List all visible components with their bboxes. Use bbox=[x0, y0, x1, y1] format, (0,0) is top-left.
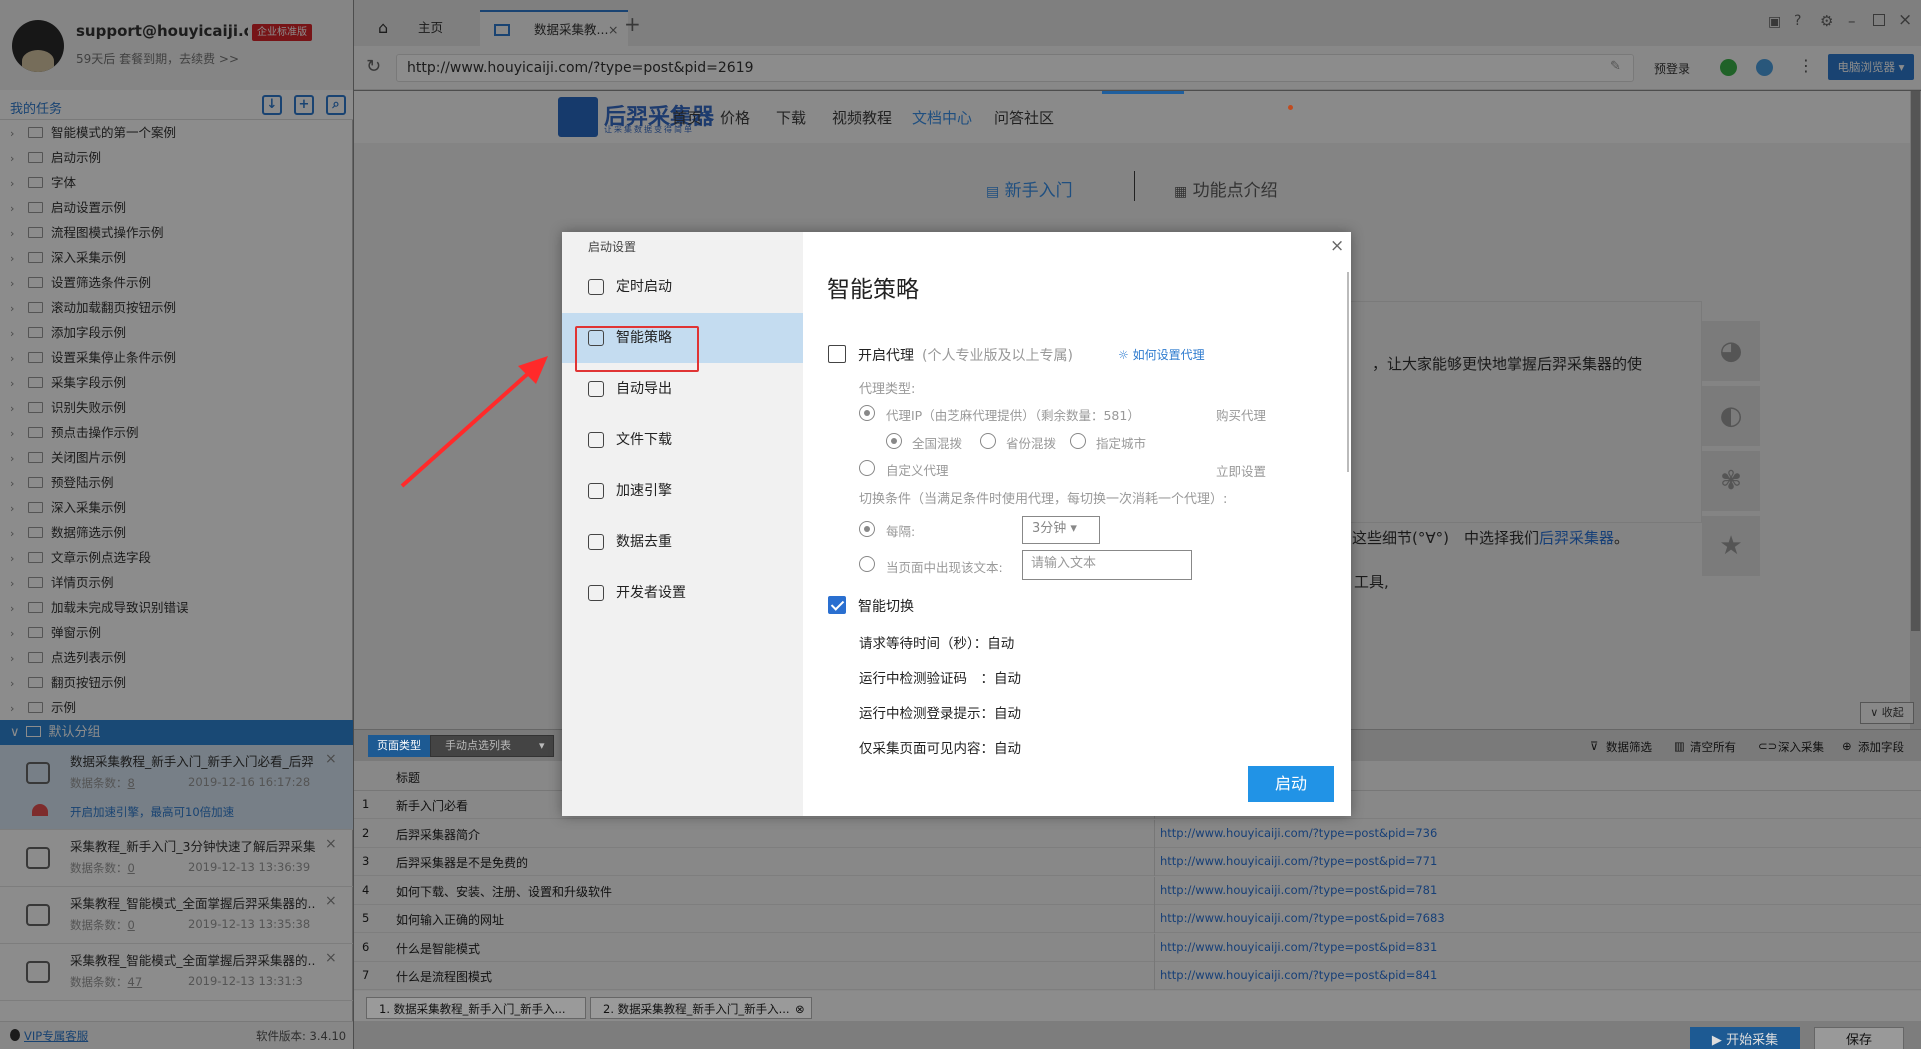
nav-item[interactable]: 下载 bbox=[776, 107, 806, 128]
menu-label: 文件下载 bbox=[616, 432, 672, 448]
smart-switch-checkbox[interactable] bbox=[828, 596, 846, 614]
emoji-image: (°∀°) bbox=[1412, 529, 1449, 547]
paw-icon[interactable]: ✾ bbox=[1702, 451, 1760, 511]
trigger-text-input[interactable]: 请输入文本 bbox=[1022, 550, 1192, 580]
nationwide-radio[interactable] bbox=[886, 433, 902, 449]
subnav-divider bbox=[1134, 171, 1135, 201]
text-trigger-radio[interactable] bbox=[859, 556, 875, 572]
modal-backdrop-top bbox=[354, 0, 1921, 91]
nationwide-label: 全国混拨 bbox=[912, 436, 963, 451]
menu-icon bbox=[588, 279, 604, 295]
text-trigger-label: 当页面中出现该文本: bbox=[886, 560, 1003, 575]
setup-now-link[interactable]: 立即设置 bbox=[1216, 461, 1266, 480]
menu-icon bbox=[588, 483, 604, 499]
social-share: ◕ ◐ ✾ ★ bbox=[1702, 321, 1760, 581]
interval-select[interactable]: 3分钟 ▾ bbox=[1022, 516, 1100, 544]
dialog-title: 启动设置 bbox=[588, 240, 637, 254]
wechat-icon[interactable]: ◕ bbox=[1702, 321, 1760, 381]
proxy-ip-radio[interactable] bbox=[859, 405, 875, 421]
city-label: 指定城市 bbox=[1096, 436, 1147, 451]
login-prompt-row: 运行中检测登录提示：自动 bbox=[859, 706, 1021, 722]
settings-menu-item[interactable]: 文件下载 bbox=[562, 415, 803, 465]
collapse-button[interactable]: ∨ 收起 bbox=[1860, 702, 1914, 724]
proxy-label: 开启代理 bbox=[858, 348, 914, 364]
settings-menu-item[interactable]: 定时启动 bbox=[562, 262, 803, 312]
subnav-beginner[interactable]: ▤ 新手入门 bbox=[986, 176, 1073, 201]
custom-proxy-radio[interactable] bbox=[859, 460, 875, 476]
captcha-row: 运行中检测验证码 ：自动 bbox=[859, 671, 1021, 687]
visible-content-row: 仅采集页面可见内容：自动 bbox=[859, 741, 1021, 757]
nav-item[interactable]: 视频教程 bbox=[832, 107, 892, 128]
every-radio[interactable] bbox=[859, 521, 875, 537]
switch-condition-label: 切换条件（当满足条件时使用代理，每切换一次消耗一个代理）: bbox=[859, 492, 1228, 507]
buy-proxy-link[interactable]: 购买代理 bbox=[1216, 405, 1266, 424]
article-text-2: 这些细节 (°∀°) 中选择我们后羿采集器。 bbox=[1352, 529, 1630, 547]
settings-menu-item[interactable]: 开发者设置 bbox=[562, 568, 803, 618]
site-logo-icon[interactable] bbox=[558, 97, 598, 137]
menu-label: 自动导出 bbox=[616, 381, 672, 397]
menu-label: 开发者设置 bbox=[616, 585, 686, 601]
menu-icon bbox=[588, 585, 604, 601]
nav-dot bbox=[1288, 105, 1293, 110]
settings-menu: 启动设置 定时启动 智能策略 自动导出 文件下载 加速引擎 数据去重 开发者设置 bbox=[562, 232, 803, 816]
province-radio[interactable] bbox=[980, 433, 996, 449]
article-text-3: 工具, bbox=[1354, 573, 1389, 591]
star-icon[interactable]: ★ bbox=[1702, 516, 1760, 576]
nav-item[interactable]: 价格 bbox=[720, 107, 750, 128]
launch-settings-dialog: 启动设置 定时启动 智能策略 自动导出 文件下载 加速引擎 数据去重 开发者设置 × 智能策… bbox=[562, 232, 1351, 816]
custom-proxy-label: 自定义代理 bbox=[886, 463, 949, 478]
highlight-box bbox=[575, 326, 699, 372]
menu-label: 数据去重 bbox=[616, 534, 672, 550]
site-nav: 后羿采集器 让采集数据变得简单 首页 价格 下载 视频教程 文档中心 问答社区 bbox=[354, 91, 1921, 143]
settings-menu-item[interactable]: 加速引擎 bbox=[562, 466, 803, 516]
article-text-1: ，让大家能够更快地掌握后羿采集器的使 bbox=[1372, 355, 1643, 373]
proxy-type-label: 代理类型: bbox=[859, 382, 916, 397]
page-scroll-thumb[interactable] bbox=[1911, 91, 1920, 631]
subnav-features[interactable]: ▦ 功能点介绍 bbox=[1174, 176, 1278, 201]
dialog-scrollbar[interactable] bbox=[1347, 272, 1349, 472]
proxy-ip-label: 代理IP（由芝麻代理提供）（剩余数量：581） bbox=[886, 408, 1140, 423]
proxy-checkbox[interactable] bbox=[828, 345, 846, 363]
menu-icon bbox=[588, 432, 604, 448]
smart-switch-label: 智能切换 bbox=[858, 599, 914, 615]
menu-icon bbox=[588, 534, 604, 550]
province-label: 省份混拨 bbox=[1006, 436, 1057, 451]
menu-label: 加速引擎 bbox=[616, 483, 672, 499]
menu-icon bbox=[588, 381, 604, 397]
wait-time-row: 请求等待时间（秒）：自动 bbox=[859, 636, 1015, 652]
bulb-icon: ☼ bbox=[1118, 348, 1129, 362]
nav-active-indicator bbox=[1102, 91, 1184, 94]
modal-backdrop bbox=[0, 0, 354, 1049]
nav-item[interactable]: 首页 bbox=[672, 107, 702, 128]
every-label: 每隔: bbox=[886, 524, 916, 539]
weibo-icon[interactable]: ◐ bbox=[1702, 386, 1760, 446]
launch-button[interactable]: 启动 bbox=[1248, 766, 1334, 802]
city-radio[interactable] bbox=[1070, 433, 1086, 449]
close-dialog-icon[interactable]: × bbox=[1330, 236, 1344, 256]
nav-item[interactable]: 文档中心 bbox=[912, 107, 972, 128]
settings-menu-item[interactable]: 数据去重 bbox=[562, 517, 803, 567]
red-arrow-annotation bbox=[400, 356, 548, 488]
menu-label: 定时启动 bbox=[616, 279, 672, 295]
proxy-note: (个人专业版及以上专属) bbox=[922, 348, 1073, 364]
section-heading: 智能策略 bbox=[827, 277, 919, 303]
proxy-help-link[interactable]: ☼ 如何设置代理 bbox=[1118, 346, 1205, 363]
houyi-link[interactable]: 后羿采集器 bbox=[1539, 529, 1614, 547]
nav-item[interactable]: 问答社区 bbox=[994, 107, 1054, 128]
